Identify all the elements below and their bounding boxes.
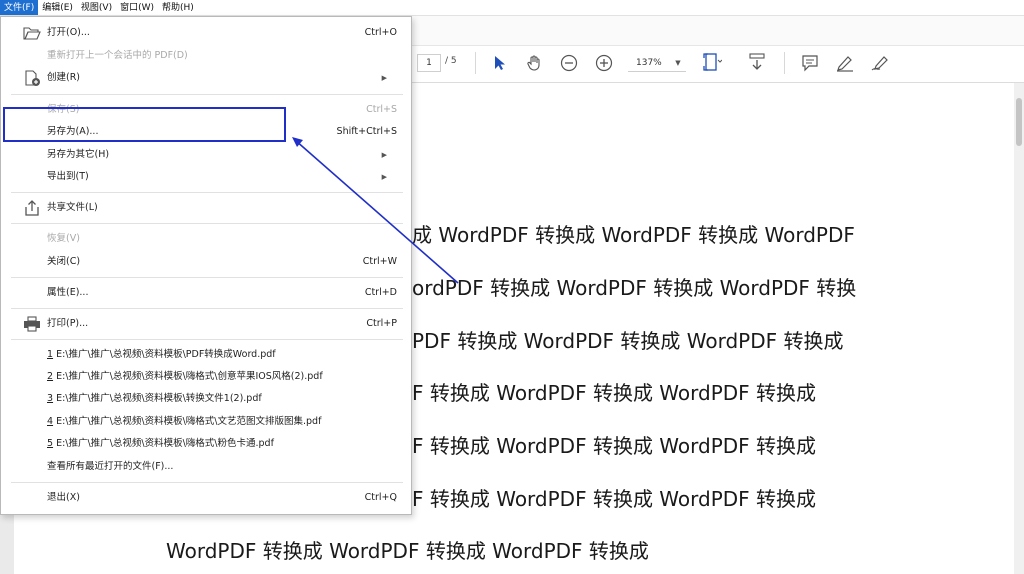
fit-page-icon[interactable] (700, 52, 724, 72)
menu-file[interactable]: 文件(F) (0, 0, 39, 15)
recent-file-item[interactable]: 1 E:\推广\推广\总视频\资料模板\PDF转换成Word.pdf (1, 345, 411, 365)
document-text-line: PDF 转换成 WordPDF 转换成 WordPDF 转换成 (412, 329, 844, 353)
recent-file-path: E:\推广\推广\总视频\资料模板\PDF转换成Word.pdf (56, 349, 276, 360)
menu-separator (11, 482, 403, 483)
menu-item-revert[interactable]: 恢复(V) (1, 229, 411, 249)
annotation-highlight-box (3, 107, 286, 142)
menu-separator (11, 94, 403, 95)
menu-item-save-as-other[interactable]: 另存为其它(H) ▶ (1, 145, 411, 165)
hand-tool-icon[interactable] (524, 53, 546, 73)
document-text-line: WordPDF 转换成 WordPDF 转换成 WordPDF 转换成 (166, 539, 649, 563)
recent-file-path: E:\推广\推广\总视频\资料模板\嗨格式\创意苹果IOS风格(2).pdf (56, 371, 323, 382)
menu-item-close[interactable]: 关闭(C) Ctrl+W (1, 252, 411, 272)
menu-edit[interactable]: 编辑(E) (38, 0, 77, 15)
menu-item-create[interactable]: 创建(R) ▶ (1, 68, 411, 88)
submenu-arrow-icon: ▶ (381, 74, 387, 82)
printer-icon (23, 316, 41, 332)
menu-bar: 文件(F) 编辑(E) 视图(V) 窗口(W) 帮助(H) (0, 0, 1024, 16)
file-menu-dropdown: 打开(O)... Ctrl+O 重新打开上一个会话中的 PDF(D) 创建(R)… (0, 16, 412, 515)
menu-separator (11, 308, 403, 309)
submenu-arrow-icon: ▶ (381, 151, 387, 159)
recent-file-number: 1 (47, 349, 54, 360)
zoom-out-icon[interactable] (559, 53, 579, 73)
share-icon (23, 200, 41, 216)
menu-item-reopen[interactable]: 重新打开上一个会话中的 PDF(D) (1, 46, 411, 66)
menu-item-print[interactable]: 打印(P)... Ctrl+P (1, 314, 411, 334)
document-text-line: F 转换成 WordPDF 转换成 WordPDF 转换成 (412, 434, 817, 458)
vertical-scrollbar[interactable] (1014, 83, 1024, 574)
highlight-pen-icon[interactable] (834, 53, 856, 73)
recent-file-item[interactable]: 4 E:\推广\推广\总视频\资料模板\嗨格式\文艺范图文排版图集.pdf (1, 412, 411, 432)
document-text-line: F 转换成 WordPDF 转换成 WordPDF 转换成 (412, 381, 817, 405)
menu-item-properties[interactable]: 属性(E)... Ctrl+D (1, 283, 411, 303)
toolbar-separator (475, 52, 476, 74)
menu-help[interactable]: 帮助(H) (158, 0, 198, 15)
sign-icon[interactable] (869, 53, 891, 73)
select-tool-icon[interactable] (490, 53, 510, 73)
recent-file-item[interactable]: 3 E:\推广\推广\总视频\资料模板\转换文件1(2).pdf (1, 389, 411, 409)
menu-separator (11, 339, 403, 340)
recent-file-path: E:\推广\推广\总视频\资料模板\嗨格式\粉色卡通.pdf (56, 438, 274, 449)
document-text-line: ordPDF 转换成 WordPDF 转换成 WordPDF 转换 (412, 276, 857, 300)
document-text-line: F 转换成 WordPDF 转换成 WordPDF 转换成 (412, 487, 817, 511)
menu-item-exit[interactable]: 退出(X) Ctrl+Q (1, 488, 411, 508)
document-text-line: 成 WordPDF 转换成 WordPDF 转换成 WordPDF (412, 223, 855, 247)
menu-separator (11, 223, 403, 224)
menu-separator (11, 277, 403, 278)
menu-window[interactable]: 窗口(W) (116, 0, 158, 15)
menu-item-share[interactable]: 共享文件(L) (1, 198, 411, 218)
zoom-dropdown-icon[interactable]: ▼ (672, 53, 684, 73)
page-number-input[interactable]: 1 (417, 54, 441, 72)
menu-item-export-to[interactable]: 导出到(T) ▶ (1, 167, 411, 187)
scrollbar-thumb[interactable] (1016, 98, 1022, 146)
recent-file-item[interactable]: 5 E:\推广\推广\总视频\资料模板\嗨格式\粉色卡通.pdf (1, 434, 411, 454)
recent-file-path: E:\推广\推广\总视频\资料模板\嗨格式\文艺范图文排版图集.pdf (56, 416, 322, 427)
zoom-in-icon[interactable] (594, 53, 614, 73)
menu-item-open[interactable]: 打开(O)... Ctrl+O (1, 23, 411, 43)
scroll-mode-icon[interactable] (746, 52, 768, 72)
recent-file-number: 5 (47, 438, 54, 449)
recent-file-number: 2 (47, 371, 54, 382)
menu-item-view-all-recent[interactable]: 查看所有最近打开的文件(F)... (1, 457, 411, 477)
create-pdf-icon (23, 70, 41, 86)
menu-separator (11, 192, 403, 193)
menu-view[interactable]: 视图(V) (77, 0, 116, 15)
recent-file-number: 3 (47, 393, 54, 404)
recent-file-item[interactable]: 2 E:\推广\推广\总视频\资料模板\嗨格式\创意苹果IOS风格(2).pdf (1, 367, 411, 387)
folder-open-icon (23, 25, 41, 41)
comment-icon[interactable] (799, 53, 821, 73)
recent-file-number: 4 (47, 416, 54, 427)
recent-file-path: E:\推广\推广\总视频\资料模板\转换文件1(2).pdf (56, 393, 262, 404)
page-total-label: / 5 (445, 56, 457, 66)
submenu-arrow-icon: ▶ (381, 173, 387, 181)
toolbar-separator (784, 52, 785, 74)
